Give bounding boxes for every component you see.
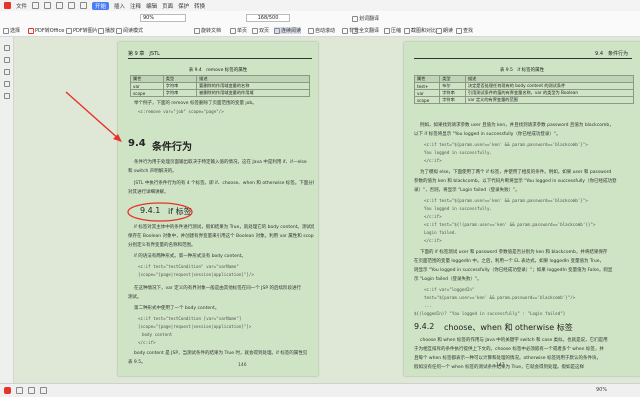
annotation-overlay — [65, 91, 193, 222]
zoom-level: 90% — [596, 387, 608, 393]
annotation-arrow — [65, 91, 121, 141]
app-status-icon — [4, 387, 11, 394]
annotation-ellipse — [127, 202, 193, 222]
status-bar: 90% — [0, 383, 640, 397]
keyboard-icon[interactable] — [40, 387, 47, 394]
microphone-icon[interactable] — [28, 387, 35, 394]
ime-icon[interactable] — [16, 387, 23, 394]
